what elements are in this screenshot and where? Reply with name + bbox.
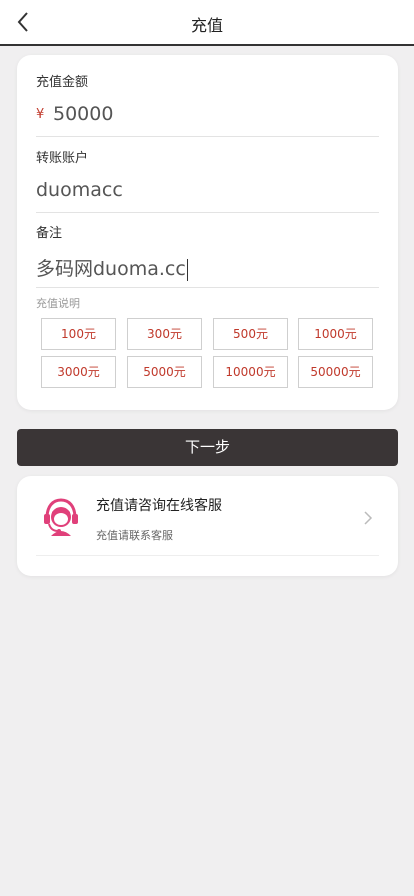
amount-field[interactable]: ¥ 50000 xyxy=(36,101,379,137)
amount-option-5000[interactable]: 5000元 xyxy=(127,356,202,388)
amount-input[interactable]: 50000 xyxy=(53,103,113,125)
account-field[interactable]: duomacc xyxy=(36,177,379,213)
remark-text: 多码网duoma.cc xyxy=(36,258,186,280)
service-subtitle: 充值请联系客服 xyxy=(96,529,173,542)
account-input[interactable]: duomacc xyxy=(36,179,123,201)
customer-service-link[interactable]: 充值请咨询在线客服 充值请联系客服 xyxy=(36,476,379,556)
remark-input[interactable]: 多码网duoma.cc xyxy=(36,254,188,281)
amount-option-300[interactable]: 300元 xyxy=(127,318,202,350)
recharge-form-card: 充值金额 ¥ 50000 转账账户 duomacc 备注 多码网duoma.cc… xyxy=(17,55,398,410)
amount-option-1000[interactable]: 1000元 xyxy=(298,318,373,350)
next-step-button[interactable]: 下一步 xyxy=(17,429,398,466)
amount-option-500[interactable]: 500元 xyxy=(213,318,288,350)
amount-option-50000[interactable]: 50000元 xyxy=(298,356,373,388)
customer-service-card: 充值请咨询在线客服 充值请联系客服 xyxy=(17,476,398,576)
amount-label: 充值金额 xyxy=(36,75,89,90)
chevron-right-icon xyxy=(364,511,373,525)
remark-label: 备注 xyxy=(36,226,63,241)
recharge-description-label: 充值说明 xyxy=(36,297,80,310)
remark-field[interactable]: 多码网duoma.cc xyxy=(36,252,379,288)
currency-symbol: ¥ xyxy=(36,107,45,122)
top-nav-bar: 充值 xyxy=(0,0,414,46)
text-cursor xyxy=(186,258,188,281)
customer-service-icon xyxy=(44,498,78,536)
service-title: 充值请咨询在线客服 xyxy=(96,498,222,514)
page-title: 充值 xyxy=(190,16,223,35)
amount-option-3000[interactable]: 3000元 xyxy=(41,356,116,388)
amount-option-100[interactable]: 100元 xyxy=(41,318,116,350)
account-label: 转账账户 xyxy=(36,151,89,166)
amount-option-10000[interactable]: 10000元 xyxy=(213,356,288,388)
